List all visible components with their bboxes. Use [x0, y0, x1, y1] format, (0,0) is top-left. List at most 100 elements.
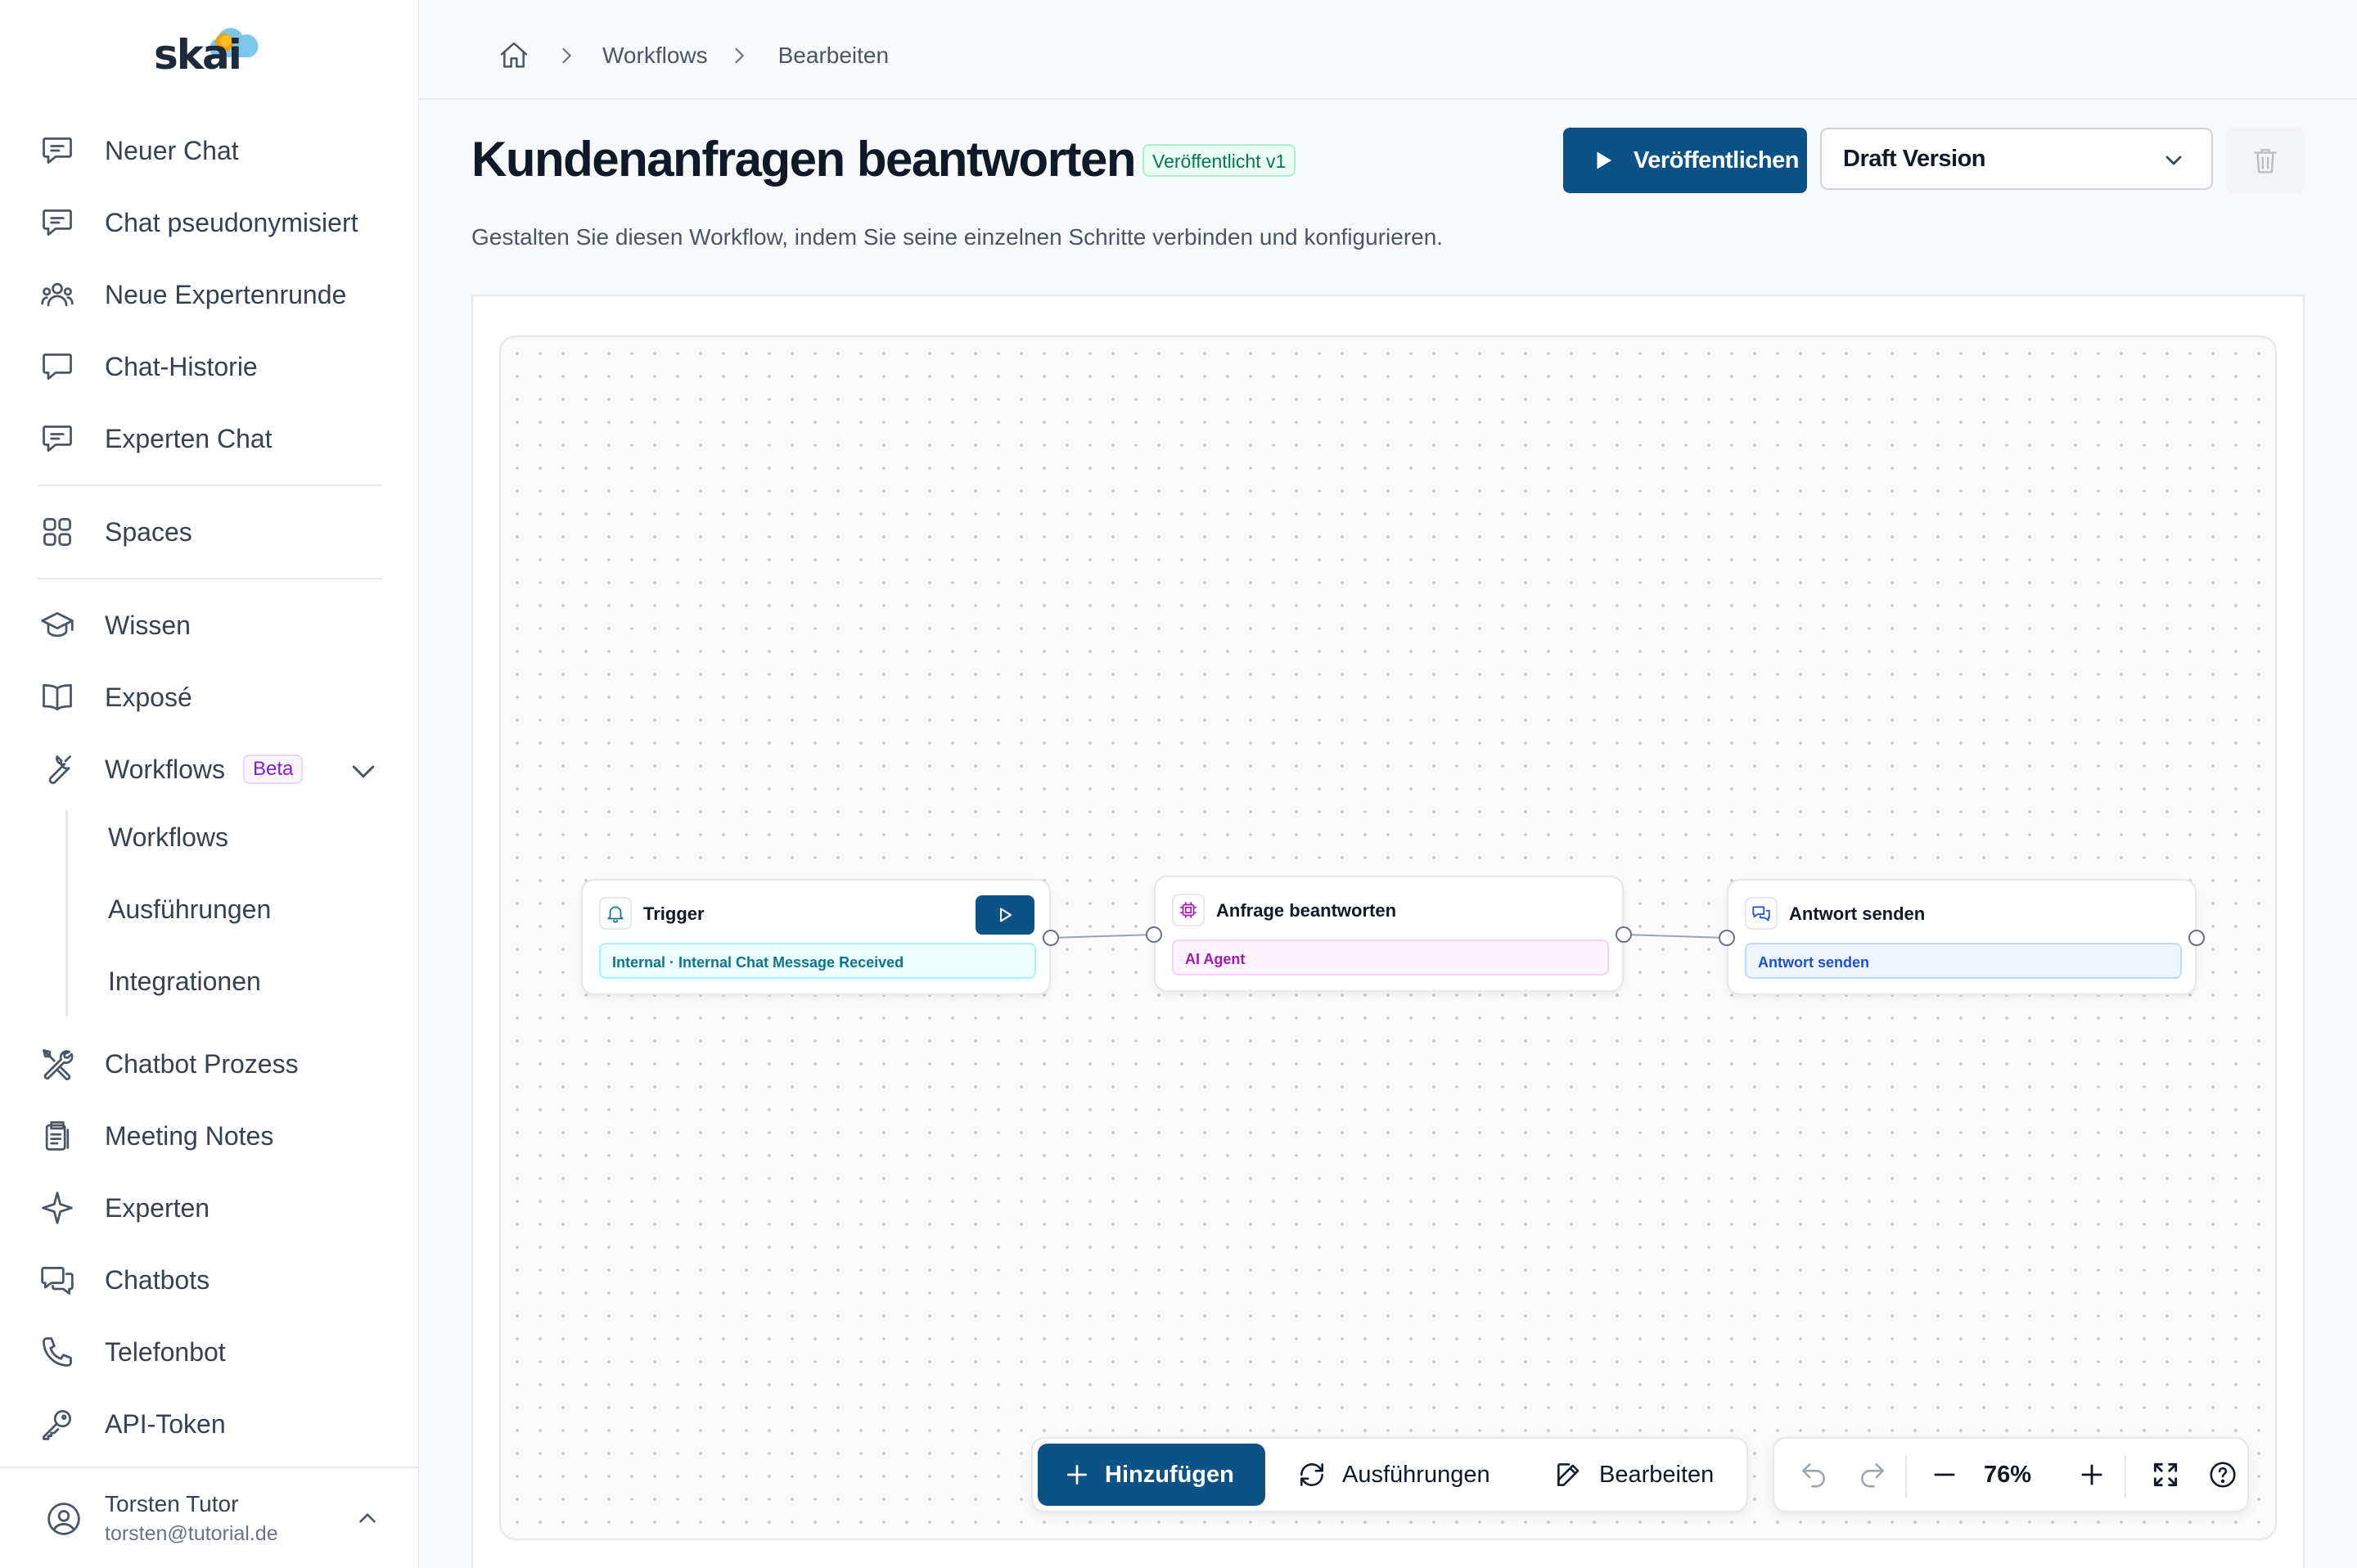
sidebar-subitem-workflows[interactable]: Workflows — [108, 822, 228, 853]
delete-button[interactable] — [2226, 128, 2305, 193]
sidebar-subitem-ausfuehrungen[interactable]: Ausführungen — [108, 894, 271, 925]
port-agent-out[interactable] — [1616, 926, 1632, 943]
book-icon — [38, 678, 77, 717]
sidebar-item-neuer-chat[interactable]: Neuer Chat — [38, 126, 239, 175]
sidebar-item-label: Neuer Chat — [105, 135, 239, 165]
run-trigger-button[interactable] — [976, 895, 1034, 935]
sidebar-item-experten[interactable]: Experten — [38, 1183, 210, 1232]
message-icon — [1745, 897, 1778, 930]
app-logo[interactable]: skai — [154, 23, 277, 82]
breadcrumb-bearbeiten: Bearbeiten — [777, 43, 890, 68]
sidebar-item-api-token[interactable]: API-Token — [38, 1399, 226, 1449]
sidebar-item-label: Experten Chat — [105, 423, 273, 453]
undo-button[interactable] — [1796, 1457, 1832, 1493]
zoom-in-button[interactable] — [2074, 1457, 2110, 1493]
home-icon[interactable] — [498, 39, 530, 72]
sidebar-item-label: Telefonbot — [105, 1336, 226, 1367]
sidebar-item-label: Meeting Notes — [105, 1120, 274, 1151]
port-send-in[interactable] — [1719, 930, 1735, 946]
graduation-cap-icon — [38, 606, 77, 645]
cpu-icon — [1172, 894, 1205, 926]
user-name: Torsten Tutor — [105, 1491, 239, 1516]
logo-text: skai — [154, 31, 242, 79]
chat-bubble-icon — [38, 347, 77, 386]
sidebar-item-label: Chat pseudonymisiert — [105, 207, 358, 237]
sidebar-item-expose[interactable]: Exposé — [38, 673, 192, 722]
add-button[interactable]: Hinzufügen — [1038, 1444, 1265, 1506]
chat-icon — [38, 203, 77, 242]
publish-button[interactable]: Veröffentlichen — [1563, 128, 1807, 193]
sidebar-item-label: Workflows — [105, 754, 225, 784]
sidebar-divider — [38, 484, 381, 486]
key-icon — [38, 1404, 77, 1444]
runs-button[interactable]: Ausführungen — [1296, 1444, 1490, 1506]
node-trigger[interactable]: Trigger Internal · Internal Chat Message… — [581, 879, 1051, 995]
sidebar-item-meeting-notes[interactable]: Meeting Notes — [38, 1111, 273, 1160]
node-tag: Antwort senden — [1745, 943, 2182, 979]
port-send-out[interactable] — [2188, 930, 2205, 946]
sidebar-item-telefonbot[interactable]: Telefonbot — [38, 1327, 226, 1377]
node-tag: Internal · Internal Chat Message Receive… — [599, 943, 1036, 979]
breadcrumb-workflows[interactable]: Workflows — [602, 43, 708, 69]
redo-button[interactable] — [1855, 1457, 1891, 1493]
runs-button-label: Ausführungen — [1342, 1461, 1490, 1488]
chevron-down-icon[interactable] — [347, 755, 380, 787]
workflow-canvas[interactable]: Trigger Internal · Internal Chat Message… — [499, 336, 2277, 1540]
canvas-toolbar: Hinzufügen Ausführungen Bearbeiten — [1031, 1437, 1748, 1512]
sidebar-item-chatbot-prozess[interactable]: Chatbot Prozess — [38, 1039, 299, 1088]
sparkle-icon — [38, 1188, 77, 1228]
submenu-line — [65, 810, 68, 1016]
play-icon — [1000, 908, 1012, 922]
tools-icon — [38, 1044, 77, 1084]
help-button[interactable] — [2205, 1457, 2241, 1493]
sidebar-subitem-integrationen[interactable]: Integrationen — [108, 966, 261, 997]
toolbar-divider — [1905, 1455, 1907, 1498]
refresh-icon — [1300, 1463, 1323, 1486]
sidebar-item-label: Chatbot Prozess — [105, 1048, 299, 1079]
chevron-right-icon — [555, 44, 578, 67]
sidebar-item-label: Exposé — [105, 682, 192, 712]
sidebar-item-label: Wissen — [105, 610, 191, 640]
chat-icon — [38, 419, 77, 458]
node-send[interactable]: Antwort senden Antwort senden — [1727, 879, 2197, 995]
page-description: Gestalten Sie diesen Workflow, indem Sie… — [471, 224, 1444, 250]
grid-icon — [38, 512, 77, 552]
node-ai-agent[interactable]: Anfrage beantworten AI Agent — [1154, 876, 1624, 992]
help-icon — [2210, 1462, 2236, 1488]
sidebar-item-experten-chat[interactable]: Experten Chat — [38, 414, 273, 463]
beta-badge: Beta — [242, 755, 304, 784]
phone-icon — [38, 1332, 77, 1372]
sidebar-item-neue-expertenrunde[interactable]: Neue Expertenrunde — [38, 270, 346, 319]
sidebar-item-wissen[interactable]: Wissen — [38, 601, 191, 650]
version-select[interactable]: Draft Version — [1820, 128, 2213, 190]
node-title: Trigger — [643, 903, 705, 924]
sidebar-item-chat-pseudonymisiert[interactable]: Chat pseudonymisiert — [38, 198, 358, 247]
sidebar: skai Neuer Chat Chat pseudonymisiert Neu… — [0, 0, 419, 1568]
chat-icon — [38, 131, 77, 170]
pencil-icon — [1557, 1463, 1580, 1486]
zoom-level: 76% — [1984, 1462, 2032, 1488]
sidebar-item-label: Chatbots — [105, 1264, 210, 1295]
clipboard-icon — [38, 1116, 77, 1156]
node-title: Antwort senden — [1789, 903, 1926, 924]
user-menu[interactable]: Torsten Tutor torsten@tutorial.de — [0, 1468, 419, 1568]
sidebar-item-workflows[interactable]: Workflows Beta — [38, 745, 304, 794]
page-title: Kundenanfragen beantworten — [471, 132, 1137, 187]
add-button-label: Hinzufügen — [1105, 1461, 1234, 1488]
sidebar-item-spaces[interactable]: Spaces — [38, 507, 192, 556]
zoom-out-button[interactable] — [1927, 1457, 1963, 1493]
plus-icon — [2081, 1464, 2102, 1485]
sidebar-item-chatbots[interactable]: Chatbots — [38, 1255, 210, 1304]
fit-view-button[interactable] — [2147, 1457, 2183, 1493]
play-icon — [1597, 151, 1611, 169]
edit-button-label: Bearbeiten — [1599, 1461, 1715, 1488]
sidebar-item-label: Spaces — [105, 516, 192, 547]
version-select-value: Draft Version — [1843, 145, 1986, 172]
publish-button-label: Veröffentlichen — [1634, 146, 1800, 173]
port-agent-in[interactable] — [1146, 926, 1162, 943]
chevron-up-icon — [359, 1512, 376, 1523]
edit-button[interactable]: Bearbeiten — [1553, 1444, 1714, 1506]
sidebar-item-chat-historie[interactable]: Chat-Historie — [38, 342, 258, 391]
sidebar-item-label: API-Token — [105, 1408, 226, 1439]
port-trigger-out[interactable] — [1043, 930, 1059, 946]
